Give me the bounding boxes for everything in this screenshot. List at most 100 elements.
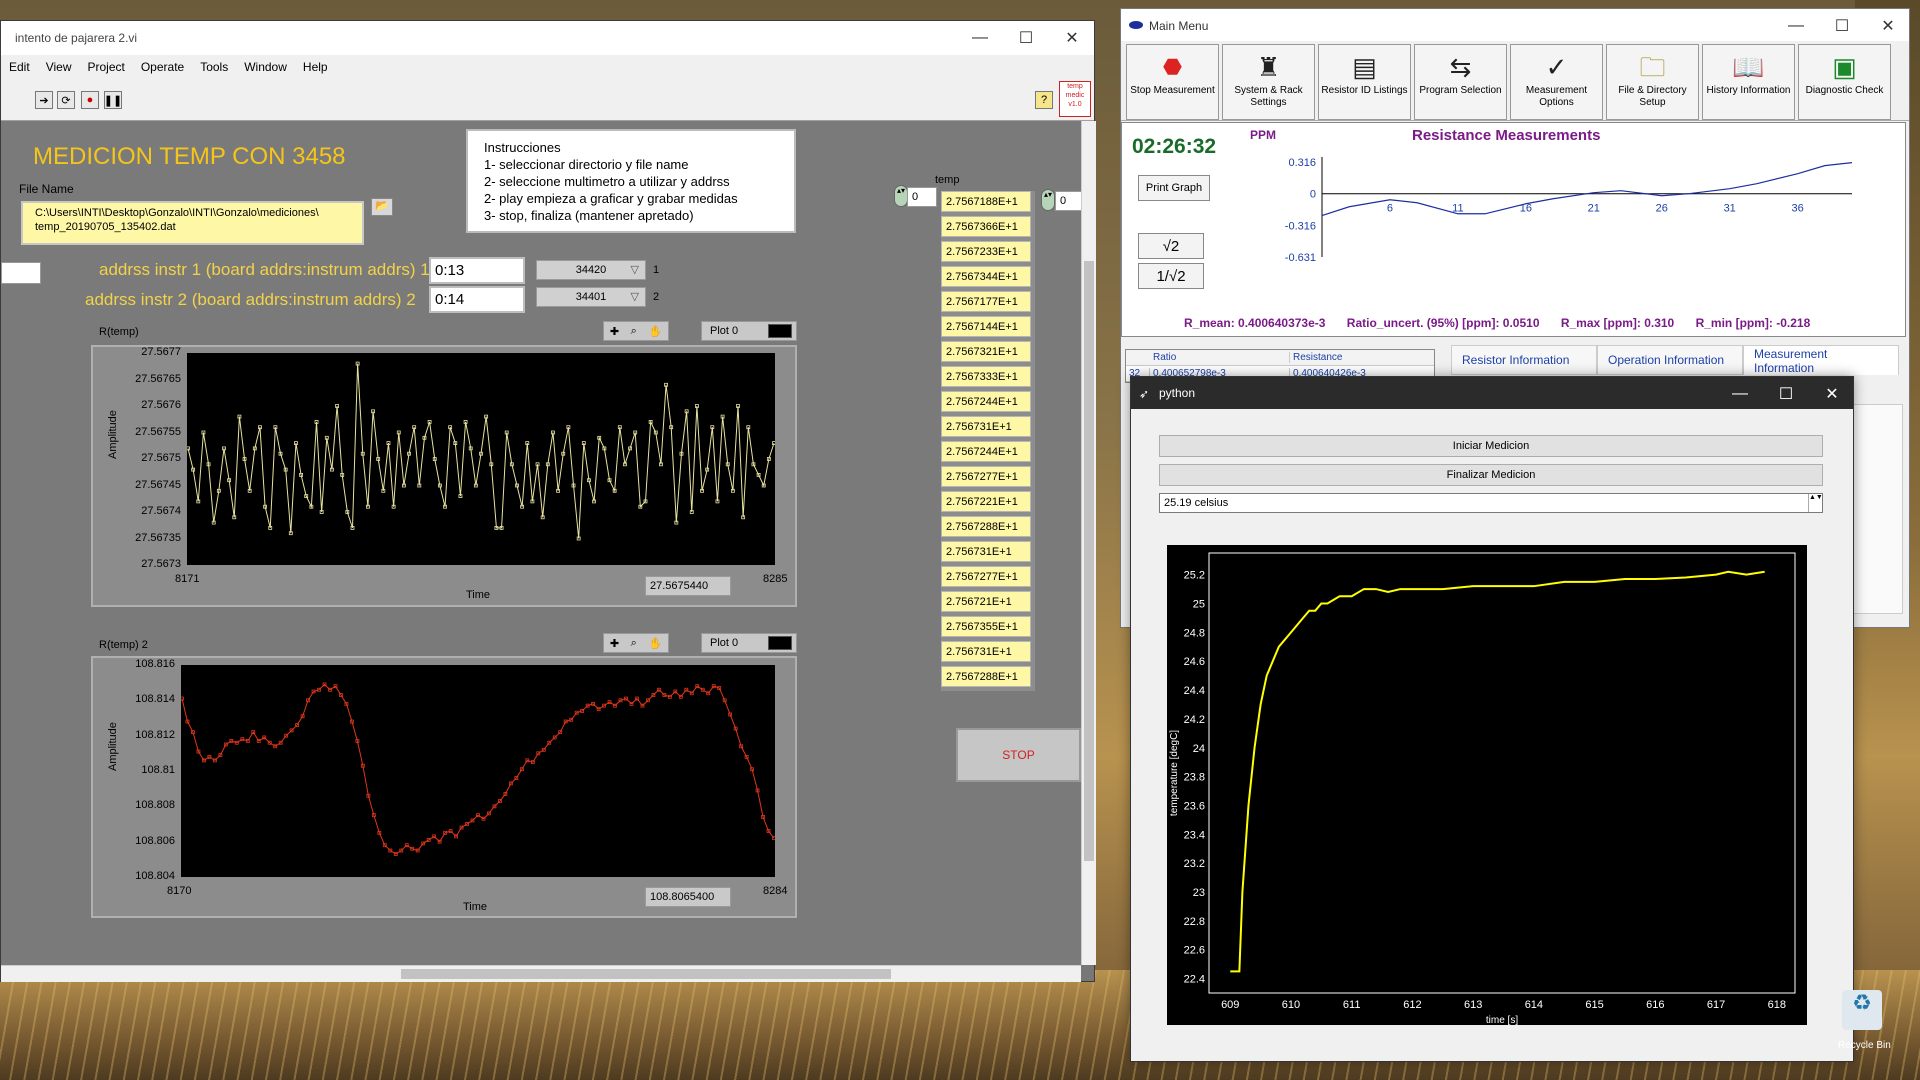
sqrt2-button[interactable]: √2 xyxy=(1138,233,1204,259)
minimize-icon[interactable]: — xyxy=(1717,377,1763,411)
close-icon[interactable]: ✕ xyxy=(1865,9,1911,43)
scroll-thumb[interactable] xyxy=(401,969,891,979)
zoom-icon[interactable]: ⌕ xyxy=(631,325,637,338)
graph1-palette[interactable]: ✚ ⌕ ✋ xyxy=(603,321,669,341)
vertical-scrollbar[interactable] xyxy=(1081,121,1096,965)
diagnostic-check-button[interactable]: ▣ Diagnostic Check xyxy=(1798,44,1891,120)
menu-project[interactable]: Project xyxy=(79,60,132,74)
zoom-icon[interactable]: ⌕ xyxy=(631,637,637,650)
temp-array-item[interactable]: 2.7567288E+1 xyxy=(941,666,1031,687)
addr1-input[interactable]: 0:13 xyxy=(429,257,525,284)
temperature-select[interactable]: 25.19 celsius ▲▼ xyxy=(1159,493,1823,513)
pan-hand-icon[interactable]: ✋ xyxy=(648,325,662,338)
addr2-model-select[interactable]: 34401 ▽ xyxy=(536,287,646,307)
index-spinner-icon[interactable]: ▴▾ xyxy=(894,185,908,207)
temp-index-right[interactable]: 0 xyxy=(1055,191,1081,211)
menu-help[interactable]: Help xyxy=(295,60,336,74)
help-icon[interactable]: ? xyxy=(1035,91,1053,109)
browse-folder-icon[interactable]: 📂 xyxy=(371,198,393,216)
addr1-model-select[interactable]: 34420 ▽ xyxy=(536,260,646,280)
temp-array-item[interactable]: 2.7567355E+1 xyxy=(941,616,1031,637)
run-arrow-icon[interactable]: ➔ xyxy=(35,91,53,109)
temp-array-item[interactable]: 2.7567221E+1 xyxy=(941,491,1031,512)
tab-measurement-information[interactable]: Measurement Information xyxy=(1743,345,1899,375)
temp-array-item[interactable]: 2.7567233E+1 xyxy=(941,241,1031,262)
close-icon[interactable]: ✕ xyxy=(1809,377,1855,411)
main-menu-title-bar[interactable]: Main Menu — ☐ ✕ xyxy=(1121,9,1909,41)
graph2-readout: 108.8065400 xyxy=(645,887,731,907)
stop-measurement-button[interactable]: Finalizar Medicion xyxy=(1159,464,1823,486)
file-directory-setup-button[interactable]: 🗀 File & Directory Setup xyxy=(1606,44,1699,120)
graph1-legend[interactable]: Plot 0 xyxy=(701,321,797,341)
temp-array-item[interactable]: 2.7567321E+1 xyxy=(941,341,1031,362)
system-rack-settings-button[interactable]: ♜ System & Rack Settings xyxy=(1222,44,1315,120)
recycle-bin-icon[interactable]: ♻ xyxy=(1842,990,1882,1030)
tab-operation-information[interactable]: Operation Information xyxy=(1597,345,1743,375)
vi-icon-badge: temp medic v1.0 xyxy=(1059,81,1091,117)
temp-array-item[interactable]: 2.7567177E+1 xyxy=(941,291,1031,312)
measurement-options-button[interactable]: ✓ Measurement Options xyxy=(1510,44,1603,120)
temp-index-left[interactable]: 0 xyxy=(907,187,937,207)
y-tick-label: 24.6 xyxy=(1184,656,1205,668)
scroll-thumb[interactable] xyxy=(1084,261,1094,861)
pan-hand-icon[interactable]: ✋ xyxy=(648,637,662,650)
menu-operate[interactable]: Operate xyxy=(133,60,192,74)
temp-array-item[interactable]: 2.756721E+1 xyxy=(941,591,1031,612)
menu-edit[interactable]: Edit xyxy=(1,60,38,74)
tab-resistor-information[interactable]: Resistor Information xyxy=(1451,345,1597,375)
maximize-icon[interactable]: ☐ xyxy=(1819,9,1865,43)
temp-array-item[interactable]: 2.7567277E+1 xyxy=(941,566,1031,587)
crosshair-icon[interactable]: ✚ xyxy=(610,637,619,650)
temp-array-item[interactable]: 2.7567366E+1 xyxy=(941,216,1031,237)
graph1-xmax: 8285 xyxy=(763,573,788,585)
index-spinner-icon[interactable]: ▴▾ xyxy=(1041,189,1055,211)
print-graph-button[interactable]: Print Graph xyxy=(1138,175,1210,201)
partial-field[interactable] xyxy=(1,262,41,284)
menu-window[interactable]: Window xyxy=(236,60,295,74)
r-max: R_max [ppm]: 0.310 xyxy=(1560,316,1675,330)
file-path-field[interactable]: C:\Users\INTI\Desktop\Gonzalo\INTI\Gonza… xyxy=(21,201,364,245)
python-title-bar[interactable]: ➶ python — ☐ ✕ xyxy=(1131,377,1853,409)
temp-array-item[interactable]: 2.7567144E+1 xyxy=(941,316,1031,337)
temp-array-item[interactable]: 2.7567244E+1 xyxy=(941,441,1031,462)
resistor-id-listings-button[interactable]: ▤ Resistor ID Listings xyxy=(1318,44,1411,120)
temp-array-item[interactable]: 2.756731E+1 xyxy=(941,641,1031,662)
minimize-icon[interactable]: — xyxy=(957,21,1003,55)
labview-title-bar[interactable]: intento de pajarera 2.vi — ☐ ✕ xyxy=(1,21,1094,55)
start-measurement-button[interactable]: Iniciar Medicion xyxy=(1159,435,1823,457)
temp-array-item[interactable]: 2.7567244E+1 xyxy=(941,391,1031,412)
temp-array-item[interactable]: 2.7567344E+1 xyxy=(941,266,1031,287)
run-continuously-icon[interactable]: ⟳ xyxy=(57,91,75,109)
crosshair-icon[interactable]: ✚ xyxy=(610,325,619,338)
inv-sqrt2-button[interactable]: 1/√2 xyxy=(1138,263,1204,289)
maximize-icon[interactable]: ☐ xyxy=(1003,21,1049,55)
maximize-icon[interactable]: ☐ xyxy=(1763,377,1809,411)
graph2-palette[interactable]: ✚ ⌕ ✋ xyxy=(603,633,669,653)
graph2-xmax: 8284 xyxy=(763,885,788,897)
spinner-icon[interactable]: ▲▼ xyxy=(1808,494,1823,512)
program-selection-button[interactable]: ⇆ Program Selection xyxy=(1414,44,1507,120)
history-information-button[interactable]: 📖 History Information xyxy=(1702,44,1795,120)
window-title: intento de pajarera 2.vi xyxy=(15,31,138,45)
close-icon[interactable]: ✕ xyxy=(1049,21,1095,55)
temp-array-item[interactable]: 2.7567277E+1 xyxy=(941,466,1031,487)
menu-view[interactable]: View xyxy=(38,60,80,74)
addr2-input[interactable]: 0:14 xyxy=(429,286,525,313)
temp-array-item[interactable]: 2.7567188E+1 xyxy=(941,191,1031,212)
menu-tools[interactable]: Tools xyxy=(192,60,236,74)
minimize-icon[interactable]: — xyxy=(1773,9,1819,43)
temp-array-item[interactable]: 2.756731E+1 xyxy=(941,416,1031,437)
stop-measurement-button[interactable]: ⬣ Stop Measurement xyxy=(1126,44,1219,120)
y-tick-label: 27.56745 xyxy=(135,478,181,491)
pause-icon[interactable]: ❚❚ xyxy=(104,91,122,109)
temp-array-item[interactable]: 2.756731E+1 xyxy=(941,541,1031,562)
temp-array-item[interactable]: 2.7567333E+1 xyxy=(941,366,1031,387)
graph2-plot-area[interactable] xyxy=(180,665,776,877)
window-title: Main Menu xyxy=(1149,19,1209,33)
horizontal-scrollbar[interactable] xyxy=(1,965,1081,982)
graph2-legend[interactable]: Plot 0 xyxy=(701,633,797,653)
stop-button[interactable]: STOP xyxy=(956,728,1081,782)
abort-icon[interactable]: ● xyxy=(81,91,99,109)
graph1-plot-area[interactable] xyxy=(186,353,776,565)
temp-array-item[interactable]: 2.7567288E+1 xyxy=(941,516,1031,537)
